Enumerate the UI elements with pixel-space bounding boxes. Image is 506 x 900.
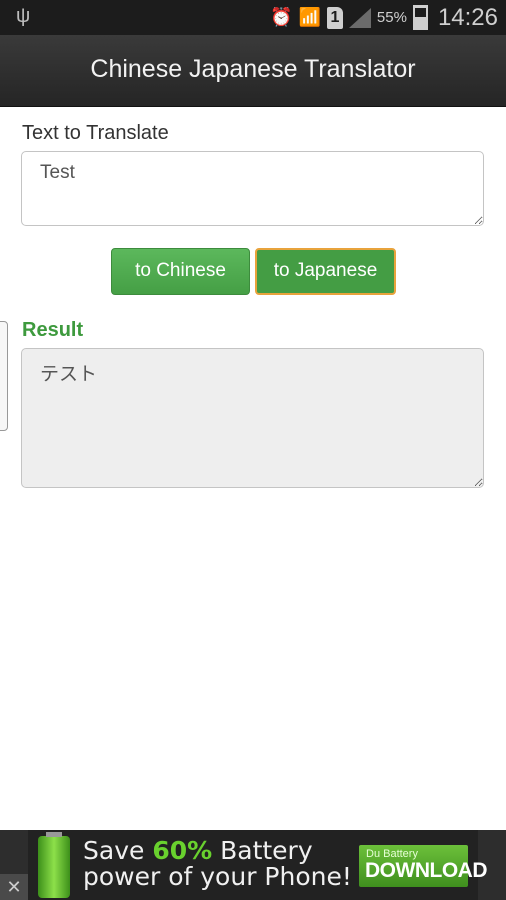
usb-icon: ψ <box>16 5 31 27</box>
ad-headline: Save 60% Battery <box>83 836 313 865</box>
side-drawer-handle[interactable] <box>0 321 8 431</box>
result-text-output[interactable]: テスト <box>21 348 484 488</box>
app-title: Chinese Japanese Translator <box>90 55 416 83</box>
ad-subline: power of your Phone! <box>83 862 352 891</box>
alarm-clock-icon: ⏰ <box>270 7 293 27</box>
result-label: Result <box>22 319 84 341</box>
status-bar: ψ ⏰ 📶 1 55% 14:26 <box>0 0 506 35</box>
source-label: Text to Translate <box>22 122 169 144</box>
ad-download-button[interactable]: Du Battery DOWNLOAD <box>359 845 487 887</box>
ad-close-button[interactable]: ✕ <box>0 874 28 900</box>
cell-signal-icon <box>348 7 371 28</box>
ad-headline-highlight: 60% <box>152 836 213 865</box>
ad-banner[interactable]: ✕ Save 60% Battery power of your Phone! … <box>0 830 506 900</box>
ad-headline-pre: Save <box>83 836 153 865</box>
clock: 14:26 <box>437 3 498 31</box>
ad-cta: DOWNLOAD <box>365 859 487 882</box>
sim-icon: 1 <box>326 6 343 29</box>
battery-percent: 55% <box>376 9 407 26</box>
to-chinese-button[interactable]: to Chinese <box>111 248 250 295</box>
to-japanese-button[interactable]: to Japanese <box>255 248 396 295</box>
battery-charging-icon <box>412 5 428 30</box>
wifi-icon: 📶 <box>298 7 321 27</box>
ad-headline-post: Battery <box>212 836 313 865</box>
app-bar: Chinese Japanese Translator <box>0 35 506 107</box>
source-text-input[interactable]: Test <box>21 151 484 226</box>
battery-graphic-icon <box>38 832 70 898</box>
